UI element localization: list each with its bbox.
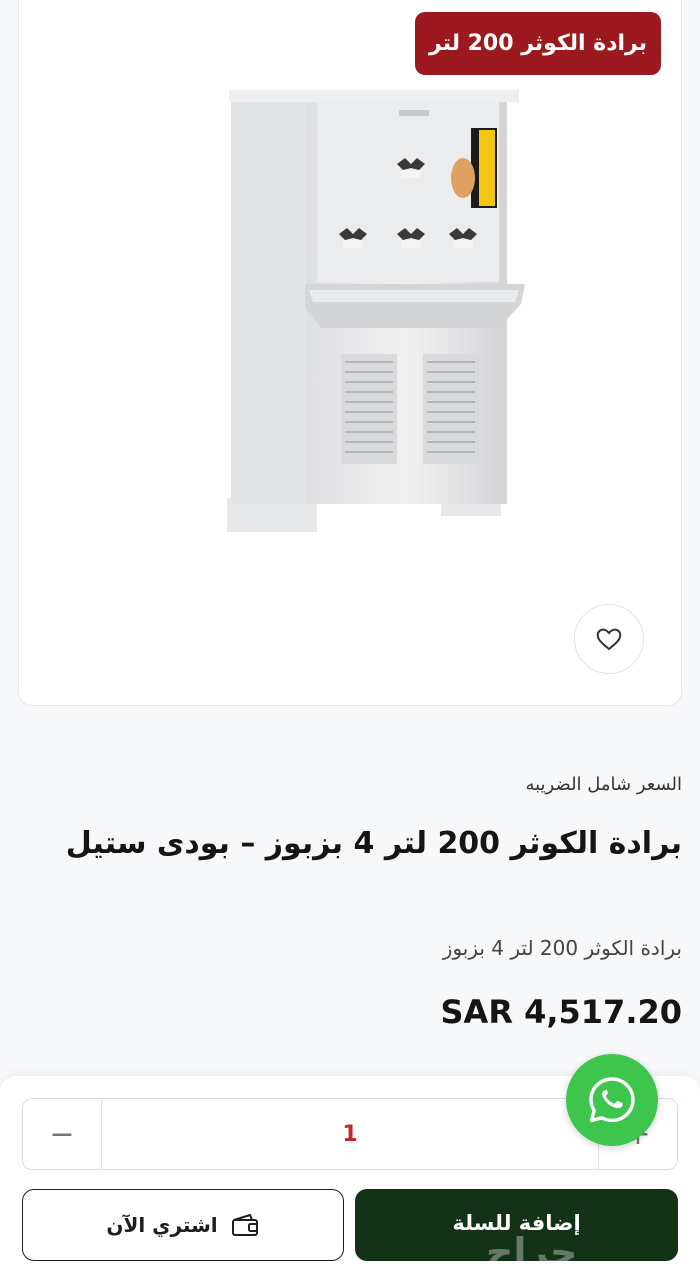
heart-icon	[596, 628, 622, 651]
product-image-card: برادة الكوثر 200 لتر	[18, 0, 682, 706]
product-tag: برادة الكوثر 200 لتر	[415, 12, 661, 75]
wallet-icon	[231, 1213, 258, 1236]
quantity-value[interactable]: 1	[102, 1099, 598, 1169]
buy-now-label: اشتري الآن	[106, 1213, 218, 1237]
product-subtitle: برادة الكوثر 200 لتر 4 بزبوز	[442, 936, 682, 960]
buy-now-button[interactable]: اشتري الآن	[22, 1189, 344, 1261]
product-price: SAR 4,517.20	[440, 993, 683, 1031]
whatsapp-button[interactable]	[566, 1054, 658, 1146]
tax-note: السعر شامل الضريبه	[525, 774, 682, 795]
product-image[interactable]	[209, 86, 539, 546]
decrease-quantity-button[interactable]: −	[23, 1099, 102, 1169]
wishlist-button[interactable]	[574, 604, 644, 674]
watermark-logo: حراج	[486, 1230, 578, 1274]
product-title: برادة الكوثر 200 لتر 4 بزبوز – بودى ستيل	[65, 826, 682, 861]
add-to-cart-label: إضافة للسلة	[452, 1211, 581, 1235]
whatsapp-icon	[589, 1077, 635, 1123]
